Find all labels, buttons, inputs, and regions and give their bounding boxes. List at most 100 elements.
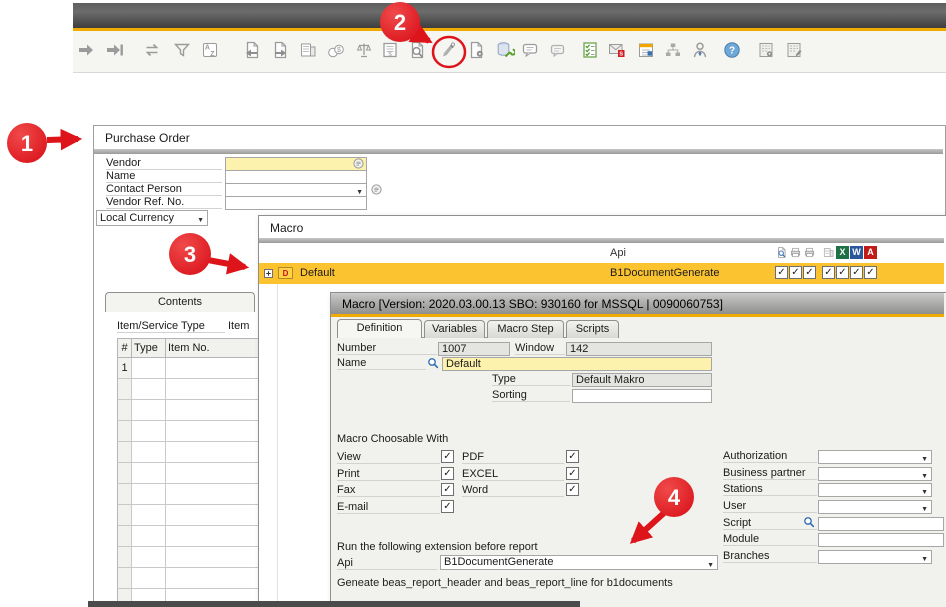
remarks-icon[interactable] <box>520 40 540 60</box>
po-cell[interactable] <box>118 568 132 589</box>
tab-definition[interactable]: Definition <box>337 319 422 338</box>
output-checkbox-print[interactable] <box>789 266 802 279</box>
output-checkbox-pdf[interactable] <box>864 266 877 279</box>
next-record-icon[interactable] <box>76 40 96 60</box>
po-cell[interactable] <box>166 526 259 547</box>
document-settings-icon[interactable] <box>466 40 486 60</box>
po-cell[interactable] <box>132 358 166 379</box>
branches-select[interactable] <box>818 550 932 564</box>
po-cell[interactable] <box>166 358 259 379</box>
po-cell[interactable] <box>166 568 259 589</box>
copy-from-icon[interactable] <box>242 40 262 60</box>
po-cell[interactable] <box>132 505 166 526</box>
script-lookup-icon[interactable] <box>803 516 816 529</box>
refresh-icon[interactable] <box>142 40 162 60</box>
macro-row-api[interactable]: B1DocumentGenerate <box>610 267 719 279</box>
po-cell[interactable] <box>166 505 259 526</box>
company-edit-icon[interactable] <box>784 40 804 60</box>
po-cell[interactable] <box>118 400 132 421</box>
po-cell[interactable] <box>118 505 132 526</box>
output-checkbox-contact[interactable] <box>822 266 835 279</box>
tab-scripts[interactable]: Scripts <box>566 320 619 338</box>
add-remarks-icon[interactable] <box>547 40 567 60</box>
checkbox-print[interactable] <box>441 467 454 480</box>
po-cell[interactable] <box>132 463 166 484</box>
name-input[interactable] <box>225 170 367 184</box>
sort-az-icon[interactable] <box>200 40 220 60</box>
tab-macro-step[interactable]: Macro Step <box>487 320 564 338</box>
filter-icon[interactable] <box>172 40 192 60</box>
po-cell[interactable] <box>132 568 166 589</box>
po-cell[interactable] <box>132 379 166 400</box>
output-checkbox-excel[interactable] <box>836 266 849 279</box>
script-input[interactable] <box>818 517 944 531</box>
org-chart-icon[interactable] <box>663 40 683 60</box>
vendor-input[interactable] <box>225 157 367 171</box>
po-cell[interactable] <box>118 421 132 442</box>
payment-wizard-icon[interactable] <box>298 40 318 60</box>
macro-pen-icon[interactable] <box>438 40 458 60</box>
po-cell[interactable] <box>166 484 259 505</box>
po-cell[interactable] <box>118 463 132 484</box>
query-icon[interactable] <box>407 40 427 60</box>
stations-select[interactable] <box>818 483 932 497</box>
last-record-icon[interactable] <box>105 40 125 60</box>
checkbox-word[interactable] <box>566 483 579 496</box>
po-cell[interactable] <box>166 442 259 463</box>
user-select[interactable] <box>818 500 932 514</box>
macro-name-input[interactable]: Default <box>442 357 712 371</box>
checkbox-view[interactable] <box>441 450 454 463</box>
po-cell[interactable] <box>118 442 132 463</box>
employee-icon[interactable] <box>690 40 710 60</box>
po-cell[interactable] <box>166 421 259 442</box>
module-input[interactable] <box>818 533 944 547</box>
checkbox-e-mail[interactable] <box>441 500 454 513</box>
po-cell[interactable] <box>132 442 166 463</box>
company-settings-icon[interactable] <box>756 40 776 60</box>
choose-from-list-icon[interactable] <box>371 184 382 195</box>
checkbox-excel[interactable] <box>566 467 579 480</box>
checklist-icon[interactable] <box>580 40 600 60</box>
copy-to-icon[interactable] <box>270 40 290 60</box>
po-cell[interactable] <box>118 484 132 505</box>
help-icon[interactable] <box>722 40 742 60</box>
macro-row-name[interactable]: Default <box>300 267 335 279</box>
po-cell[interactable] <box>118 526 132 547</box>
po-cell[interactable] <box>166 400 259 421</box>
output-checkbox-preview[interactable] <box>775 266 788 279</box>
po-cell[interactable] <box>166 547 259 568</box>
checkbox-fax[interactable] <box>441 483 454 496</box>
sorting-input[interactable] <box>572 389 712 403</box>
output-checkbox-word[interactable] <box>850 266 863 279</box>
gross-profit-icon[interactable] <box>354 40 374 60</box>
journal-icon[interactable] <box>380 40 400 60</box>
po-cell[interactable] <box>118 547 132 568</box>
po-cell[interactable] <box>132 400 166 421</box>
business-partner-select[interactable] <box>818 467 932 481</box>
price-lists-icon[interactable] <box>326 40 346 60</box>
po-cell[interactable] <box>132 421 166 442</box>
po-cell[interactable] <box>132 484 166 505</box>
tab-contents[interactable]: Contents <box>105 292 255 312</box>
po-cell[interactable] <box>166 463 259 484</box>
currency-select[interactable]: Local Currency <box>96 210 208 226</box>
po-cell[interactable] <box>118 379 132 400</box>
output-checkbox-fax[interactable] <box>803 266 816 279</box>
api-select[interactable]: B1DocumentGenerate <box>440 555 718 570</box>
vendor-ref-input[interactable] <box>225 196 367 210</box>
schedule-icon[interactable] <box>636 40 656 60</box>
contact-person-select[interactable] <box>225 183 367 197</box>
po-cell[interactable] <box>132 547 166 568</box>
name-lookup-icon[interactable] <box>427 357 440 370</box>
choose-from-list-icon[interactable] <box>353 158 364 169</box>
item-service-type-value[interactable]: Item <box>228 320 249 332</box>
tab-variables[interactable]: Variables <box>424 320 485 338</box>
authorization-select[interactable] <box>818 450 932 464</box>
tree-expand-icon[interactable] <box>264 269 273 278</box>
database-tools-icon[interactable] <box>495 40 515 60</box>
po-cell[interactable] <box>166 379 259 400</box>
checkbox-pdf[interactable] <box>566 450 579 463</box>
po-cell[interactable] <box>132 526 166 547</box>
po-cell[interactable]: 1 <box>118 358 132 379</box>
sap-mail-icon[interactable] <box>607 40 627 60</box>
